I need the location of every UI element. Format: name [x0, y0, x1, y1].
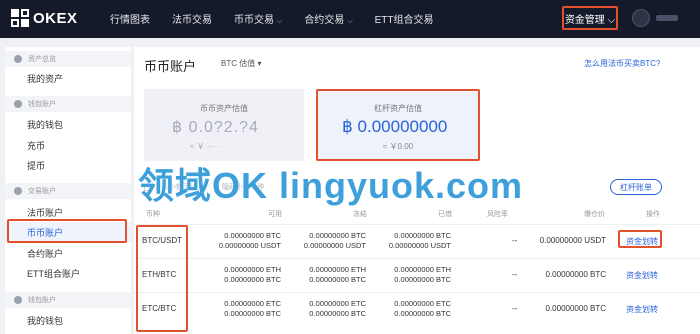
sidebar: 资产总览 我的资产 钱包账户 我的钱包 充币 提币 交易账户 法币账户 币币账户… — [5, 47, 131, 334]
available-cell: 0.00000000 ETH 0.00000000 BTC — [224, 265, 281, 284]
fund-management-menu[interactable]: 资金管理 ⌵ — [562, 6, 618, 30]
sidebar-item-deposit[interactable]: 充币 — [5, 135, 131, 155]
sidebar-section-wallet: 钱包账户 — [5, 96, 131, 112]
highlight-box — [136, 225, 188, 332]
main-nav: 行情图表 法币交易 币币交易 ⌵ 合约交易 ⌵ ETT组合交易 — [110, 11, 456, 26]
nav-futures-trading[interactable]: 合约交易 ⌵ — [304, 11, 352, 26]
watermark-text: 领域OK lingyuok.com — [138, 165, 524, 206]
section-icon — [14, 187, 22, 195]
sidebar-item-ett-account[interactable]: ETT组合账户 — [5, 263, 131, 283]
sidebar-item-futures-account[interactable]: 合约账户 — [5, 243, 131, 263]
highlight-box — [7, 219, 127, 243]
logo-text: OKEX — [33, 9, 78, 27]
transfer-link[interactable]: 资金划转 — [626, 270, 658, 281]
sidebar-item-withdraw[interactable]: 提币 — [5, 155, 131, 175]
available-cell: 0.00000000 BTC 0.00000000 USDT — [218, 231, 281, 250]
sidebar-item-my-wallet-2[interactable]: 我的钱包 — [5, 310, 131, 330]
nav-market-charts[interactable]: 行情图表 — [110, 11, 150, 26]
col-risk-rate: 风险率 — [487, 211, 508, 218]
risk-cell: -- — [512, 236, 518, 245]
chevron-down-icon: ⌵ — [277, 18, 283, 25]
frozen-cell: 0.00000000 ETC 0.00000000 BTC — [309, 299, 366, 318]
margin-asset-label: 杠杆资产估值 — [374, 104, 422, 113]
nav-fiat-trading[interactable]: 法币交易 — [172, 11, 212, 26]
sidebar-item-my-assets[interactable]: 我的资产 — [5, 68, 131, 88]
margin-asset-value: ฿ 0.00000000 — [342, 117, 448, 136]
margin-asset-card: 杠杆资产估值 ฿ 0.00000000 ≈ ￥0.00 — [316, 89, 480, 161]
sidebar-section-trading: 交易账户 — [5, 183, 131, 199]
borrowed-cell: 0.00000000 BTC 0.00000000 USDT — [388, 231, 451, 250]
how-to-buy-link[interactable]: 怎么用法币买卖BTC? — [584, 58, 660, 69]
table-row: ETC/BTC 0.00000000 ETC 0.00000000 BTC 0.0… — [134, 292, 700, 326]
frozen-cell: 0.00000000 ETH 0.00000000 BTC — [309, 265, 366, 284]
page-title: 币币账户 — [144, 59, 197, 74]
top-navbar: OKEX 行情图表 法币交易 币币交易 ⌵ 合约交易 ⌵ ETT组合交易 资金管理 … — [0, 0, 700, 38]
user-name-blurred — [656, 15, 678, 21]
liq-price-cell: 0.00000000 BTC — [545, 304, 607, 313]
margin-asset-cny: ≈ ￥0.00 — [382, 142, 414, 151]
risk-cell: -- — [512, 304, 518, 313]
liq-price-cell: 0.00000000 USDT — [539, 236, 606, 245]
col-borrowed: 已借 — [438, 211, 452, 218]
valuation-select[interactable]: BTC 估值 ▾ — [221, 58, 261, 69]
sidebar-section-wallet-2: 钱包账户 — [5, 292, 131, 308]
section-icon — [14, 55, 22, 63]
logo-icon — [11, 9, 29, 27]
col-coin: 币种 — [146, 211, 160, 218]
highlight-box — [618, 230, 662, 248]
spot-asset-value: ฿ 0.0?2.?4 — [172, 119, 259, 136]
col-frozen: 冻结 — [353, 211, 367, 218]
borrowed-cell: 0.00000000 ETH 0.00000000 BTC — [394, 265, 451, 284]
chevron-down-icon: ⌵ — [347, 18, 353, 25]
sidebar-section-overview: 资产总览 — [5, 51, 131, 67]
nav-spot-trading[interactable]: 币币交易 ⌵ — [234, 11, 282, 26]
nav-ett-trading[interactable]: ETT组合交易 — [375, 11, 434, 26]
user-menu[interactable] — [632, 9, 678, 27]
section-icon — [14, 296, 22, 304]
section-icon — [14, 100, 22, 108]
transfer-link[interactable]: 资金划转 — [626, 304, 658, 315]
spot-asset-label: 币币资产估值 — [200, 104, 248, 113]
sidebar-item-my-wallet[interactable]: 我的钱包 — [5, 114, 131, 134]
liq-price-cell: 0.00000000 BTC — [545, 270, 607, 279]
borrowed-cell: 0.00000000 ETC 0.00000000 BTC — [394, 299, 451, 318]
table-row: BTC/USDT 0.00000000 BTC 0.00000000 USDT 0… — [134, 224, 700, 258]
available-cell: 0.00000000 ETC 0.00000000 BTC — [224, 299, 281, 318]
spot-asset-card: 币币资产估值 ฿ 0.0?2.?4 ≈ ￥ ··· · — [144, 89, 304, 161]
risk-cell: -- — [512, 270, 518, 279]
col-available: 可用 — [268, 211, 282, 218]
frozen-cell: 0.00000000 BTC 0.00000000 USDT — [303, 231, 366, 250]
avatar — [632, 9, 650, 27]
table-row: ETH/BTC 0.00000000 ETH 0.00000000 BTC 0.0… — [134, 258, 700, 292]
spot-asset-cny: ≈ ￥ ··· · — [190, 142, 220, 151]
okex-logo[interactable]: OKEX — [11, 9, 78, 27]
col-liq-price: 爆仓价 — [584, 211, 605, 218]
margin-bills-button[interactable]: 杠杆账单 — [610, 179, 662, 195]
col-action: 操作 — [646, 211, 660, 218]
